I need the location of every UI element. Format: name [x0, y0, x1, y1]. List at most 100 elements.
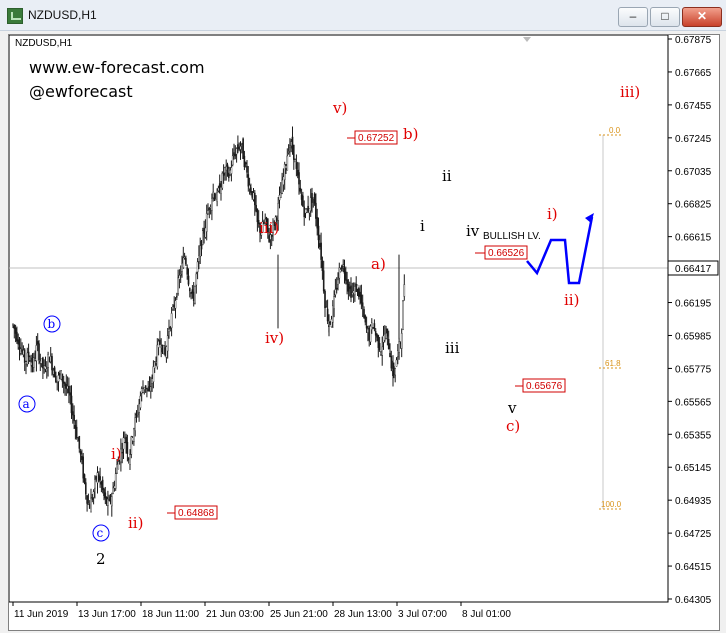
candle-body — [316, 217, 319, 229]
candle-body — [138, 403, 140, 413]
candle-body — [341, 265, 343, 270]
y-tick-label: 0.65565 — [675, 397, 712, 408]
y-axis[interactable]: 0.67875 0.67665 0.67455 0.67245 0.67035 0.668… — [668, 35, 712, 606]
price-label-66526: 0.66526 — [488, 248, 525, 259]
candle-body — [286, 155, 289, 171]
y-tick-label: 0.67035 — [675, 167, 712, 178]
candle-body — [49, 356, 52, 362]
candle-body — [282, 176, 285, 185]
candle-body — [77, 440, 79, 442]
candle-body — [33, 357, 35, 368]
candle-body — [216, 192, 218, 202]
candle-body — [338, 267, 341, 279]
fib-level-0: 0.0 — [609, 126, 621, 135]
candle-body — [147, 389, 150, 392]
candle-body — [30, 362, 33, 366]
x-axis[interactable]: 11 Jun 2019 13 Jun 17:00 18 Jun 11:00 21 Ju… — [12, 602, 511, 620]
wave-label-red-a: a) — [371, 255, 386, 273]
candle-body — [75, 426, 78, 439]
candle-body — [302, 195, 304, 207]
candle-body — [346, 279, 348, 285]
candle-body — [131, 437, 134, 441]
candle-body — [303, 206, 306, 218]
candle-body — [351, 292, 354, 296]
candle-body — [74, 425, 77, 429]
wave-label-red-iii: iii) — [259, 219, 279, 237]
candle-body — [68, 385, 70, 394]
candle-body — [207, 210, 209, 214]
candle-body — [13, 324, 16, 329]
candle-body — [148, 386, 151, 390]
chart-area[interactable]: NZDUSD,H1 www.ew-forecast.com @ewforecas… — [8, 34, 720, 631]
close-button[interactable]: ✕ — [682, 7, 722, 27]
candle-body — [307, 205, 309, 212]
candle-body — [149, 386, 152, 392]
title-bar[interactable]: NZDUSD,H1 – □ ✕ — [0, 0, 726, 31]
candle-body — [168, 329, 170, 332]
candle-body — [156, 344, 159, 368]
minimize-button[interactable]: – — [618, 7, 648, 27]
candle-body — [110, 496, 113, 507]
candle-body — [182, 257, 185, 268]
candle-body — [179, 274, 182, 276]
candle-body — [333, 296, 335, 309]
candle-body — [196, 261, 199, 273]
candle-body — [188, 288, 191, 292]
y-tick-label: 0.65775 — [675, 364, 712, 375]
candle-body — [173, 304, 176, 308]
y-tick-label: 0.66825 — [675, 200, 712, 211]
price-chart[interactable]: NZDUSD,H1 www.ew-forecast.com @ewforecas… — [9, 35, 719, 630]
candle-body — [194, 286, 196, 304]
maximize-button[interactable]: □ — [650, 7, 680, 27]
candle-body — [378, 343, 381, 351]
candle-body — [139, 395, 142, 408]
candle-body — [214, 199, 217, 201]
candle-body — [377, 335, 380, 348]
candle-body — [121, 451, 123, 454]
candle-body — [281, 179, 283, 194]
candle-body — [352, 290, 355, 294]
candle-body — [116, 464, 118, 474]
candle-body — [330, 319, 333, 328]
candle-body — [306, 208, 308, 213]
current-price-value: 0.66417 — [675, 264, 712, 275]
candle-body — [386, 328, 389, 337]
candle-body — [397, 350, 399, 358]
candle-body — [165, 346, 168, 358]
candle-body — [205, 213, 208, 232]
candle-body — [108, 499, 110, 501]
candle-body — [101, 479, 104, 490]
candle-body — [134, 417, 136, 431]
candle-body — [79, 451, 82, 455]
candle-body — [243, 155, 246, 168]
candle-body — [72, 411, 74, 416]
candle-body — [230, 167, 233, 174]
price-label-64868: 0.64868 — [178, 508, 215, 519]
candle-body — [256, 208, 259, 223]
candle-body — [204, 227, 207, 238]
wave-label-circle-b: b — [48, 317, 56, 331]
candle-body — [192, 291, 195, 301]
candle-body — [135, 413, 138, 416]
candle-body — [237, 144, 239, 149]
wave-label-2: 2 — [96, 550, 106, 568]
candle-body — [278, 195, 281, 201]
candle-body — [298, 172, 300, 185]
candle-body — [337, 279, 339, 285]
candle-body — [324, 291, 326, 309]
candle-body — [342, 264, 345, 267]
candle-body — [212, 191, 215, 198]
bullish-lv-label: BULLISH LV. — [483, 231, 541, 242]
candle-body — [97, 474, 100, 481]
fib-level-618: 61.8 — [605, 359, 621, 368]
y-tick-label: 0.66615 — [675, 233, 712, 244]
candle-body — [371, 322, 373, 330]
candle-body — [144, 385, 147, 388]
candle-body — [372, 327, 374, 329]
candle-body — [161, 344, 164, 353]
candle-body — [18, 347, 21, 350]
wave-label-iii: iii — [445, 339, 460, 357]
candle-body — [359, 291, 361, 297]
candle-body — [239, 146, 242, 150]
candle-body — [234, 154, 237, 157]
